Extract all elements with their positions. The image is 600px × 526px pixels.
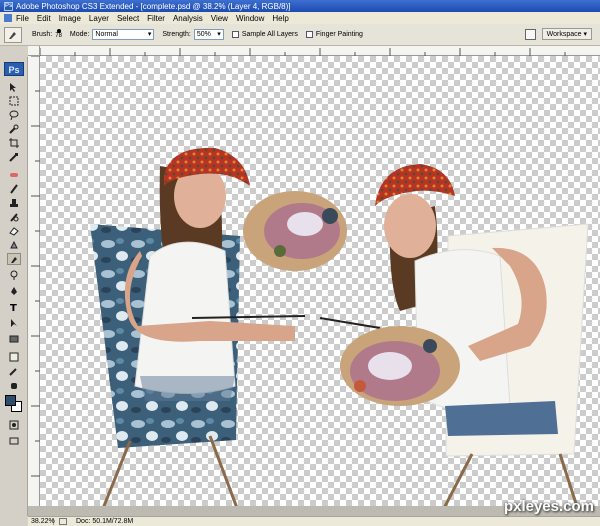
finger-painting-option[interactable]: Finger Painting <box>305 31 363 38</box>
eyedropper-2-icon[interactable] <box>7 365 21 377</box>
brush-label: Brush: <box>32 31 53 38</box>
sample-all-layers-checkbox[interactable] <box>231 31 239 38</box>
menu-image[interactable]: Image <box>59 14 81 23</box>
options-bar: Brush: 78 Mode: Normal Strength: 50% Sam… <box>0 24 600 46</box>
pen-icon[interactable] <box>7 285 21 297</box>
clone-stamp-icon[interactable] <box>7 197 21 209</box>
marquee-icon[interactable] <box>7 95 21 107</box>
color-swatches[interactable] <box>5 395 23 413</box>
workspace-button[interactable]: Workspace ▾ <box>541 28 592 40</box>
ps-logo[interactable]: Ps <box>4 62 24 76</box>
menu-bar: File Edit Image Layer Select Filter Anal… <box>0 12 600 24</box>
gradient-icon[interactable] <box>7 239 21 251</box>
rectangle-icon[interactable] <box>7 333 21 345</box>
quick-selection-icon[interactable] <box>7 123 21 135</box>
svg-text:T: T <box>10 303 17 312</box>
lasso-icon[interactable] <box>7 109 21 121</box>
ruler-origin[interactable] <box>28 46 40 56</box>
menu-analysis[interactable]: Analysis <box>173 14 203 23</box>
hand-icon[interactable] <box>7 379 21 391</box>
mode-select[interactable]: Normal <box>92 29 155 40</box>
app-icon: Ps <box>4 1 13 11</box>
menu-select[interactable]: Select <box>117 14 139 23</box>
menu-layer[interactable]: Layer <box>89 14 109 23</box>
menu-file[interactable]: File <box>16 14 29 23</box>
strength-label: Strength: <box>162 31 191 38</box>
type-icon[interactable]: T <box>7 301 21 313</box>
foreground-color-swatch[interactable] <box>5 395 16 406</box>
smudge-tool-icon <box>9 31 16 39</box>
notes-icon[interactable] <box>7 351 21 363</box>
history-brush-icon[interactable] <box>7 211 21 223</box>
tool-preset-picker[interactable] <box>4 26 22 43</box>
move-icon[interactable] <box>7 81 21 93</box>
workspace-area: Workspace ▾ <box>524 28 592 40</box>
crop-icon[interactable] <box>7 137 21 149</box>
menu-help[interactable]: Help <box>272 14 288 23</box>
screen-mode-icon[interactable] <box>7 435 21 447</box>
artwork <box>90 147 589 506</box>
brush-icon[interactable] <box>7 183 21 195</box>
status-menu-icon[interactable] <box>59 518 67 525</box>
canvas[interactable] <box>40 56 600 506</box>
sample-all-layers-option[interactable]: Sample All Layers <box>231 31 298 38</box>
menu-edit[interactable]: Edit <box>37 14 51 23</box>
brush-size: 78 <box>55 33 62 39</box>
watermark-logo: pxleyes.com <box>503 498 594 515</box>
toolbox: Ps T <box>0 57 28 516</box>
eraser-icon[interactable] <box>7 225 21 237</box>
mode-label: Mode: <box>69 31 90 38</box>
dodge-icon[interactable] <box>7 269 21 281</box>
smudge-icon[interactable] <box>7 253 21 265</box>
status-bar: 38.22% Doc: 50.1M/72.8M <box>28 516 600 526</box>
menu-window[interactable]: Window <box>236 14 264 23</box>
finger-painting-checkbox[interactable] <box>305 31 313 38</box>
path-selection-icon[interactable] <box>7 317 21 329</box>
sample-all-layers-label: Sample All Layers <box>241 31 298 38</box>
healing-brush-icon[interactable] <box>7 169 21 181</box>
brush-picker[interactable]: 78 <box>55 29 62 40</box>
doc-size: Doc: 50.1M/72.8M <box>76 518 134 525</box>
finger-painting-label: Finger Painting <box>315 31 363 38</box>
ps-menu-icon[interactable] <box>4 14 12 22</box>
palette-well-icon[interactable] <box>524 28 536 40</box>
title-bar: Ps Adobe Photoshop CS3 Extended - [compl… <box>0 0 600 12</box>
menu-filter[interactable]: Filter <box>147 14 165 23</box>
zoom-level[interactable]: 38.22% <box>28 518 55 525</box>
vertical-ruler[interactable] <box>28 55 40 506</box>
document-window <box>28 46 600 516</box>
strength-input[interactable]: 50% <box>193 29 224 40</box>
horizontal-ruler[interactable] <box>39 46 600 56</box>
quick-mask-icon[interactable] <box>7 419 21 431</box>
eyedropper-icon[interactable] <box>7 151 21 163</box>
menu-view[interactable]: View <box>211 14 228 23</box>
window-title: Adobe Photoshop CS3 Extended - [complete… <box>16 1 291 11</box>
